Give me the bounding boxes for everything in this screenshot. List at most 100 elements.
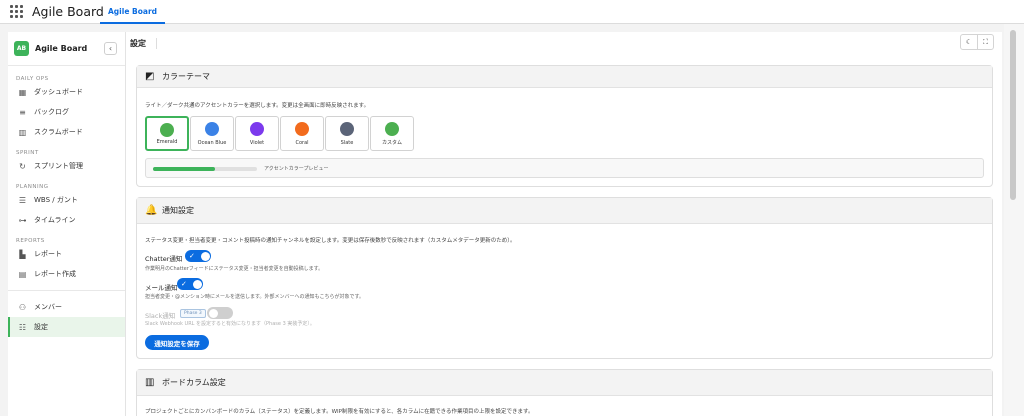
mail-label: メール通知 [145, 284, 178, 292]
swatch-color-dot [340, 122, 354, 136]
bell-icon: 🔔 [145, 205, 158, 216]
chatter-toggle[interactable]: ✓ [185, 250, 211, 262]
check-icon: ✓ [181, 280, 187, 288]
swatch-1[interactable]: Ocean Blue [190, 116, 234, 151]
swatch-color-dot [295, 122, 309, 136]
refresh-icon: ↻ [19, 161, 26, 171]
sidebar-item-report[interactable]: ▙ レポート [8, 244, 125, 264]
document-icon: ▤ [18, 269, 27, 279]
swatch-label: カスタム [381, 140, 402, 146]
slack-toggle[interactable] [207, 307, 233, 319]
sidebar-item-label: スクラムボード [34, 128, 83, 136]
card-title: カラーテーマ [162, 72, 210, 81]
palette-icon: ◩ [145, 71, 155, 82]
chatter-description: 作業明月のChatterフィードにステータス変更・担当者変更を自動投稿します。 [145, 266, 324, 272]
sidebar-item-settings[interactable]: ☷ 設定 [8, 317, 125, 337]
swatch-row: Emerald Ocean Blue Violet Coral Slate カスタム [145, 116, 415, 152]
card-title: ボードカラム設定 [162, 378, 226, 387]
collapse-sidebar-button[interactable]: ‹ [104, 42, 117, 55]
section-daily-ops: DAILY OPS [16, 76, 49, 82]
top-bar: Agile Board Agile Board [0, 0, 1024, 24]
sidebar-item-dashboard[interactable]: ▦ ダッシュボード [8, 82, 125, 102]
board-icon: ▥ [18, 127, 27, 137]
save-notification-button[interactable]: 通知設定を保存 [145, 335, 209, 350]
board-column-card: ▥ ボードカラム設定 プロジェクトごとにカンバンボードのカラム（ステータス）を定… [136, 369, 993, 416]
users-icon: ⚇ [18, 302, 27, 312]
swatch-label: Violet [249, 140, 265, 146]
bar-chart-icon: ▙ [19, 249, 26, 259]
swatch-2[interactable]: Violet [235, 116, 279, 151]
swatch-color-dot [205, 122, 219, 136]
sidebar-item-label: バックログ [34, 108, 69, 116]
sidebar-item-label: 設定 [34, 323, 48, 331]
timeline-icon: ⊶ [18, 215, 27, 225]
dashboard-icon: ▦ [18, 87, 27, 97]
sidebar-item-label: タイムライン [34, 216, 76, 224]
sidebar: AB Agile Board ‹ DAILY OPS ▦ ダッシュボード ≡ バ… [8, 32, 126, 416]
notification-description: ステータス変更・担当者変更・コメント投稿時の通知チャンネルを設定します。変更は保… [145, 238, 516, 244]
swatch-color-dot [250, 122, 264, 136]
sidebar-item-report-create[interactable]: ▤ レポート作成 [8, 264, 125, 284]
sidebar-item-scrum-board[interactable]: ▥ スクラムボード [8, 122, 125, 142]
check-icon: ✓ [189, 252, 195, 260]
sidebar-item-timeline[interactable]: ⊶ タイムライン [8, 210, 125, 230]
sidebar-item-label: レポート [34, 250, 62, 258]
sidebar-item-wbs-gantt[interactable]: ☰ WBS / ガント [8, 190, 125, 210]
list-icon: ≡ [19, 107, 26, 117]
section-sprint: SPRINT [16, 150, 39, 156]
section-reports: REPORTS [16, 238, 45, 244]
notification-header: 🔔 通知設定 [137, 198, 992, 224]
slack-label: Slack通知 [145, 312, 176, 320]
main-content: 設定 ☾ ⛶ ◩ カラーテーマ ライト／ダーク共通のアクセントカラーを選択します… [126, 32, 1002, 416]
gantt-icon: ☰ [18, 195, 27, 205]
header-buttons: ☾ ⛶ [960, 34, 994, 50]
divider [8, 290, 125, 291]
sliders-icon: ☷ [18, 322, 27, 332]
board-column-description: プロジェクトごとにカンバンボードのカラム（ステータス）を定義します。WIP制限を… [145, 409, 534, 415]
scrollbar[interactable] [1004, 24, 1024, 416]
swatch-color-dot [385, 122, 399, 136]
scrollbar-thumb[interactable] [1010, 30, 1016, 200]
app-title: Agile Board [32, 4, 104, 19]
sidebar-item-backlog[interactable]: ≡ バックログ [8, 102, 125, 122]
card-title: 通知設定 [162, 206, 194, 215]
sidebar-item-label: レポート作成 [34, 270, 76, 278]
preview-progress-track [153, 167, 257, 171]
board-column-header: ▥ ボードカラム設定 [137, 370, 992, 396]
swatch-4[interactable]: Slate [325, 116, 369, 151]
swatch-3[interactable]: Coral [280, 116, 324, 151]
fullscreen-icon[interactable]: ⛶ [977, 35, 993, 49]
swatch-5[interactable]: カスタム [370, 116, 414, 151]
color-theme-header: ◩ カラーテーマ [137, 66, 992, 88]
swatch-0[interactable]: Emerald [145, 116, 189, 151]
chatter-label: Chatter通知 [145, 255, 183, 263]
swatch-label: Coral [295, 140, 309, 146]
phase-badge: Phase 3 [180, 309, 206, 318]
tab-agile-board[interactable]: Agile Board [100, 0, 166, 24]
accent-preview: アクセントカラープレビュー [145, 158, 984, 178]
color-theme-description: ライト／ダーク共通のアクセントカラーを選択します。変更は全画面に即時反映されます… [145, 103, 370, 109]
sidebar-brand: AB Agile Board ‹ [8, 32, 125, 66]
brand-name: Agile Board [35, 44, 88, 53]
notification-settings-card: 🔔 通知設定 ステータス変更・担当者変更・コメント投稿時の通知チャンネルを設定し… [136, 197, 993, 359]
swatch-label: Ocean Blue [197, 140, 227, 146]
sidebar-item-label: ダッシュボード [34, 88, 83, 96]
dark-mode-moon-icon[interactable]: ☾ [961, 35, 977, 49]
page-header: 設定 ☾ ⛶ [126, 32, 1002, 54]
color-theme-card: ◩ カラーテーマ ライト／ダーク共通のアクセントカラーを選択します。変更は全画面… [136, 65, 993, 187]
swatch-color-dot [160, 123, 174, 137]
swatch-label: Slate [340, 140, 354, 146]
mail-toggle[interactable]: ✓ [177, 278, 203, 290]
swatch-label: Emerald [156, 139, 178, 145]
sidebar-item-members[interactable]: ⚇ メンバー [8, 297, 125, 317]
page-title: 設定 [130, 37, 157, 49]
app-launcher-icon[interactable] [10, 4, 24, 19]
sidebar-item-label: WBS / ガント [34, 196, 78, 204]
preview-progress-fill [153, 167, 216, 171]
slack-description: Slack Webhook URL を設定すると有効になります（Phase 3 … [145, 321, 315, 327]
preview-label: アクセントカラープレビュー [264, 166, 329, 172]
sidebar-item-label: メンバー [34, 303, 62, 311]
sidebar-item-sprint-management[interactable]: ↻ スプリント管理 [8, 156, 125, 176]
columns-icon: ▥ [145, 377, 155, 388]
sidebar-item-label: スプリント管理 [34, 162, 83, 170]
